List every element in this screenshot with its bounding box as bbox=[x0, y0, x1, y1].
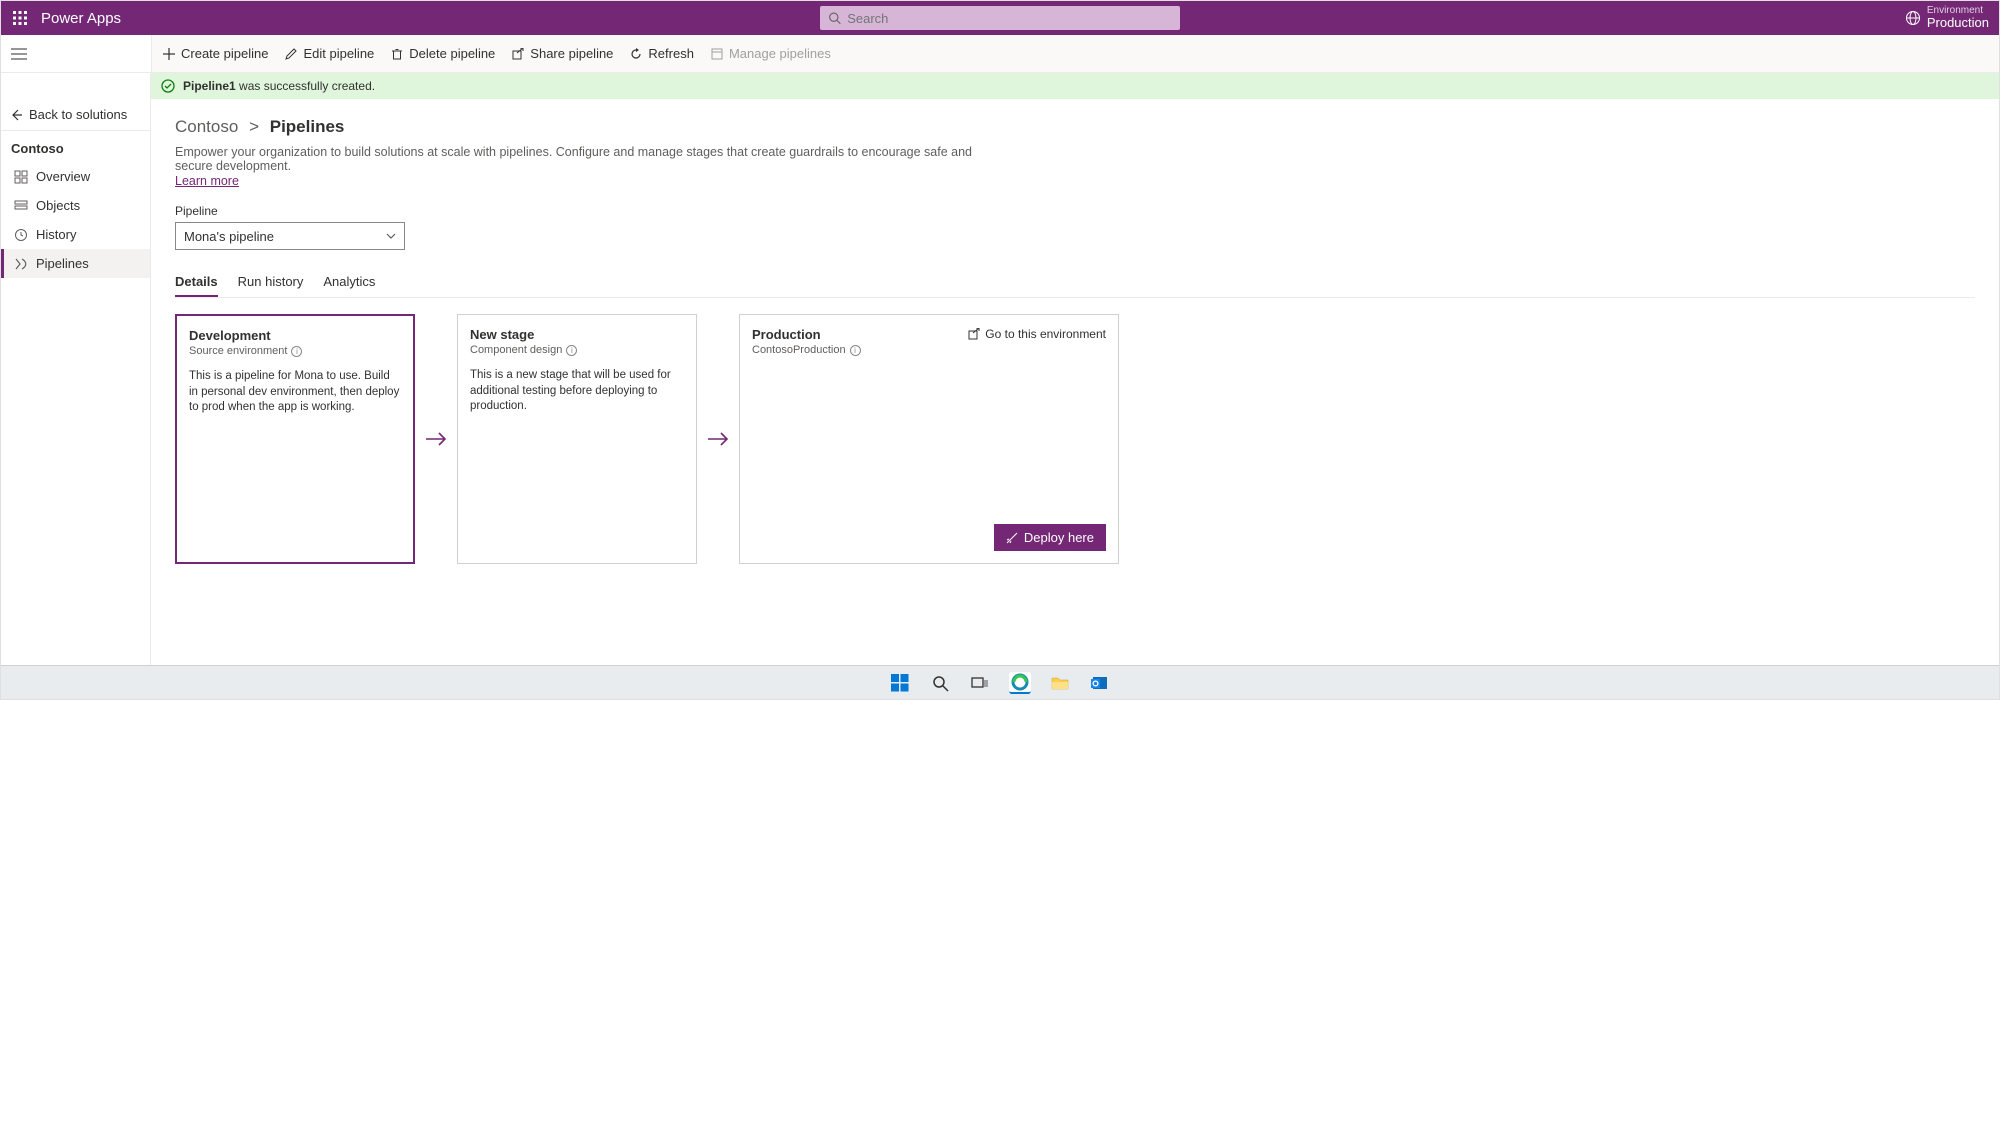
sidebar-item-label: Overview bbox=[36, 169, 90, 184]
tab-analytics[interactable]: Analytics bbox=[323, 268, 375, 297]
search-box[interactable] bbox=[820, 6, 1180, 30]
goto-link-label: Go to this environment bbox=[985, 327, 1106, 341]
create-pipeline-button[interactable]: Create pipeline bbox=[162, 46, 268, 61]
app-launcher-icon[interactable] bbox=[11, 9, 29, 27]
refresh-icon bbox=[629, 47, 643, 61]
environment-name: Production bbox=[1927, 16, 1989, 30]
manage-icon bbox=[710, 47, 724, 61]
delete-pipeline-button[interactable]: Delete pipeline bbox=[390, 46, 495, 61]
stage-body: This is a new stage that will be used fo… bbox=[470, 368, 684, 415]
success-check-icon bbox=[161, 79, 175, 93]
trash-icon bbox=[390, 47, 404, 61]
refresh-button[interactable]: Refresh bbox=[629, 46, 694, 61]
plus-icon bbox=[162, 47, 176, 61]
environment-icon bbox=[1905, 10, 1921, 26]
stage-card-production[interactable]: Production ContosoProduction i Go to thi… bbox=[739, 314, 1119, 564]
search-input[interactable] bbox=[847, 11, 1172, 26]
main-content: Contoso > Pipelines Empower your organiz… bbox=[151, 99, 1999, 699]
tab-details[interactable]: Details bbox=[175, 268, 218, 297]
deploy-button-label: Deploy here bbox=[1024, 530, 1094, 545]
command-row: Create pipeline Edit pipeline Delete pip… bbox=[1, 35, 1999, 73]
hamburger-icon[interactable] bbox=[11, 47, 27, 61]
breadcrumb-leaf: Pipelines bbox=[270, 117, 345, 136]
manage-pipelines-label: Manage pipelines bbox=[729, 46, 831, 61]
edit-pipeline-label: Edit pipeline bbox=[303, 46, 374, 61]
windows-taskbar bbox=[1, 665, 1999, 699]
file-explorer-icon[interactable] bbox=[1049, 672, 1071, 694]
objects-icon bbox=[14, 199, 28, 213]
sidebar-item-objects[interactable]: Objects bbox=[1, 191, 150, 220]
tab-run-history[interactable]: Run history bbox=[238, 268, 304, 297]
stage-subtitle: ContosoProduction i bbox=[752, 344, 1106, 356]
deploy-here-button[interactable]: Deploy here bbox=[994, 524, 1106, 551]
app-header: Power Apps Environment Production bbox=[1, 1, 1999, 35]
learn-more-link[interactable]: Learn more bbox=[175, 174, 239, 188]
info-icon[interactable]: i bbox=[566, 345, 577, 356]
pipeline-field-label: Pipeline bbox=[175, 204, 1975, 218]
edge-icon[interactable] bbox=[1009, 672, 1031, 694]
back-to-solutions-link[interactable]: Back to solutions bbox=[1, 99, 150, 131]
stage-card-development[interactable]: Development Source environment i This is… bbox=[175, 314, 415, 564]
stage-subtitle: Component design i bbox=[470, 344, 684, 356]
share-pipeline-label: Share pipeline bbox=[530, 46, 613, 61]
back-link-label: Back to solutions bbox=[29, 107, 127, 122]
stage-body: This is a pipeline for Mona to use. Buil… bbox=[189, 369, 401, 416]
sidebar-item-history[interactable]: History bbox=[1, 220, 150, 249]
pipelines-icon bbox=[14, 257, 28, 271]
overview-icon bbox=[14, 170, 28, 184]
tabs: Details Run history Analytics bbox=[175, 268, 1975, 298]
goto-environment-link[interactable]: Go to this environment bbox=[968, 327, 1106, 341]
stage-subtitle: Source environment i bbox=[189, 345, 401, 357]
breadcrumb-separator: > bbox=[249, 117, 259, 136]
stage-title: Development bbox=[189, 328, 401, 343]
delete-pipeline-label: Delete pipeline bbox=[409, 46, 495, 61]
info-icon[interactable]: i bbox=[291, 346, 302, 357]
sidebar-item-label: History bbox=[36, 227, 76, 242]
environment-picker[interactable]: Environment Production bbox=[1905, 5, 1989, 30]
sidebar: Back to solutions Contoso Overview Objec… bbox=[1, 99, 151, 699]
arrow-left-icon bbox=[11, 109, 23, 121]
solution-name: Contoso bbox=[1, 131, 150, 162]
share-pipeline-button[interactable]: Share pipeline bbox=[511, 46, 613, 61]
open-icon bbox=[968, 328, 980, 340]
stages-row: Development Source environment i This is… bbox=[175, 314, 1975, 564]
command-bar: Create pipeline Edit pipeline Delete pip… bbox=[151, 35, 1999, 72]
rocket-icon bbox=[1006, 532, 1018, 544]
stage-title: New stage bbox=[470, 327, 684, 342]
manage-pipelines-button: Manage pipelines bbox=[710, 46, 831, 61]
sidebar-item-pipelines[interactable]: Pipelines bbox=[1, 249, 150, 278]
arrow-right-icon bbox=[705, 314, 731, 564]
banner-text: Pipeline1 was successfully created. bbox=[183, 79, 375, 93]
refresh-label: Refresh bbox=[648, 46, 694, 61]
banner-row: Pipeline1 was successfully created. bbox=[1, 73, 1999, 99]
edit-pipeline-button[interactable]: Edit pipeline bbox=[284, 46, 374, 61]
pipeline-select[interactable]: Mona's pipeline bbox=[175, 222, 405, 250]
success-banner: Pipeline1 was successfully created. bbox=[151, 73, 1999, 99]
taskview-icon[interactable] bbox=[969, 672, 991, 694]
app-name: Power Apps bbox=[41, 10, 121, 27]
sidebar-item-label: Pipelines bbox=[36, 256, 89, 271]
history-icon bbox=[14, 228, 28, 242]
pencil-icon bbox=[284, 47, 298, 61]
create-pipeline-label: Create pipeline bbox=[181, 46, 268, 61]
breadcrumb-root[interactable]: Contoso bbox=[175, 117, 238, 136]
taskbar-search-icon[interactable] bbox=[929, 672, 951, 694]
arrow-right-icon bbox=[423, 314, 449, 564]
info-icon[interactable]: i bbox=[850, 345, 861, 356]
pipeline-select-value: Mona's pipeline bbox=[184, 229, 274, 244]
start-icon[interactable] bbox=[889, 672, 911, 694]
sidebar-item-label: Objects bbox=[36, 198, 80, 213]
stage-card-newstage[interactable]: New stage Component design i This is a n… bbox=[457, 314, 697, 564]
page-description: Empower your organization to build solut… bbox=[175, 145, 995, 173]
chevron-down-icon bbox=[386, 233, 396, 239]
sidebar-item-overview[interactable]: Overview bbox=[1, 162, 150, 191]
share-icon bbox=[511, 47, 525, 61]
breadcrumb: Contoso > Pipelines bbox=[175, 117, 1975, 137]
outlook-icon[interactable] bbox=[1089, 672, 1111, 694]
